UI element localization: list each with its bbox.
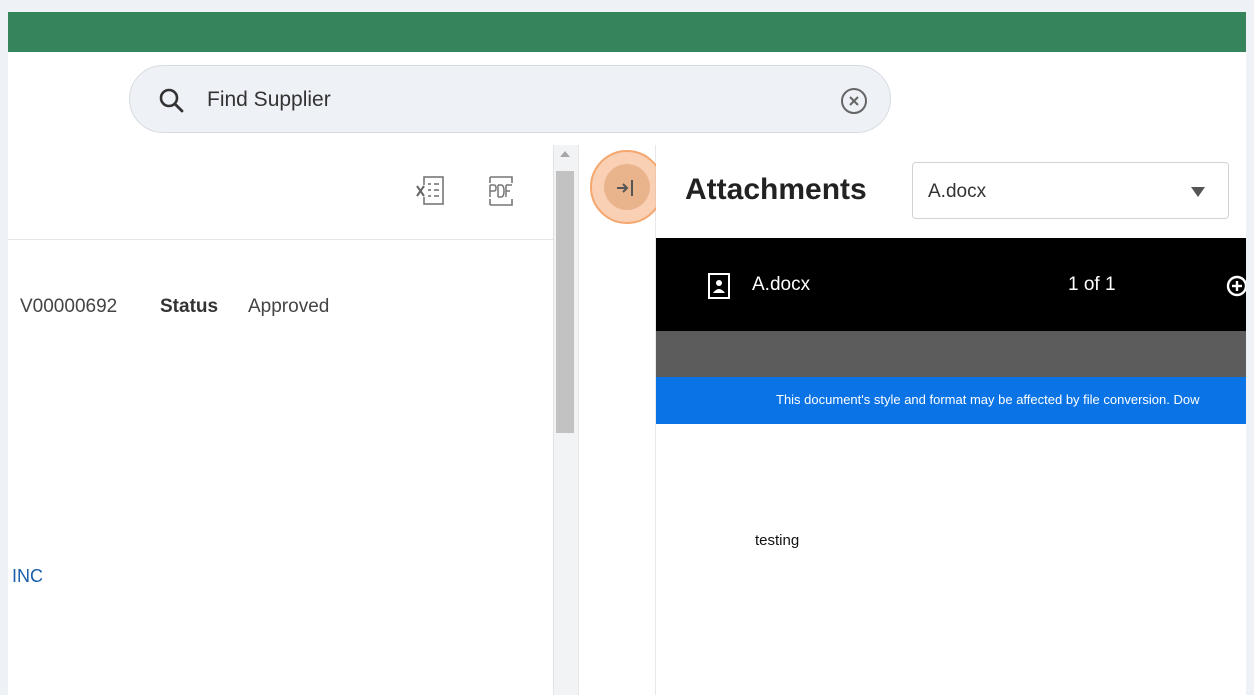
conversion-notice-text: This document's style and format may be … <box>776 392 1200 407</box>
zoom-in-icon[interactable] <box>1225 274 1246 298</box>
status-label: Status <box>160 296 219 317</box>
panel-gutter <box>578 145 664 695</box>
arrow-right-bar-icon <box>617 180 633 196</box>
search-icon <box>159 88 184 113</box>
attachment-select[interactable]: A.docx <box>912 162 1229 219</box>
app-frame: Find Supplier V00000692 Status Approved … <box>8 12 1246 695</box>
pdf-export-icon[interactable] <box>486 175 516 207</box>
supplier-name-link[interactable]: INC <box>12 566 43 587</box>
conversion-notice: This document's style and format may be … <box>656 377 1246 424</box>
collapse-panel-button[interactable] <box>590 150 664 224</box>
caret-down-icon <box>1191 187 1205 197</box>
viewer-file-name: A.docx <box>752 274 811 295</box>
scroll-up-arrow[interactable] <box>560 151 570 157</box>
attachments-title: Attachments <box>685 173 867 206</box>
attachments-panel: Attachments A.docx A.docx 1 of 1 This do… <box>656 145 1246 695</box>
left-panel-scrollbar[interactable] <box>553 145 578 695</box>
page-indicator: 1 of 1 <box>1068 274 1116 295</box>
search-input[interactable]: Find Supplier <box>207 88 331 112</box>
toolbar-divider <box>8 239 553 240</box>
document-icon <box>708 273 730 299</box>
document-text: testing <box>755 532 800 549</box>
clear-search-icon[interactable] <box>840 87 868 115</box>
document-viewer-toolbar: A.docx 1 of 1 <box>656 238 1246 331</box>
attachment-select-value: A.docx <box>928 181 987 202</box>
supplier-details-panel: V00000692 Status Approved INC <box>8 145 553 695</box>
viewer-separator <box>656 331 1246 377</box>
supplier-id: V00000692 <box>20 296 118 317</box>
scroll-thumb[interactable] <box>556 171 574 433</box>
status-value: Approved <box>248 296 330 317</box>
document-content: testing <box>656 424 1246 695</box>
excel-export-icon[interactable] <box>416 175 446 207</box>
export-toolbar <box>8 175 553 215</box>
top-bar <box>8 12 1246 52</box>
header: Find Supplier <box>8 52 1246 145</box>
search-box[interactable]: Find Supplier <box>129 65 891 133</box>
